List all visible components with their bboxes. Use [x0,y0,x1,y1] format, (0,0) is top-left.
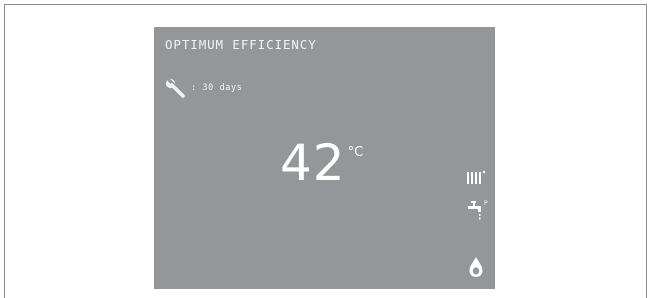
mode-title: OPTIMUM EFFICIENCY [165,37,317,52]
boiler-display-screen: OPTIMUM EFFICIENCY : 30 days 42 °C P [154,27,495,289]
tap-superscript: P [484,200,488,207]
wrench-icon [165,78,185,98]
service-reminder: : 30 days [165,78,242,98]
tap-icon: P [468,200,488,220]
temperature-value: 42 [280,134,346,192]
radiator-icon [467,170,486,184]
frame-top-border [4,4,647,5]
frame-left-border [4,4,5,298]
service-interval-text: : 30 days [191,83,243,93]
temperature-readout: 42 °C [280,135,363,195]
flame-icon [469,257,483,277]
frame-right-border [646,4,647,298]
temperature-unit: °C [347,145,364,160]
